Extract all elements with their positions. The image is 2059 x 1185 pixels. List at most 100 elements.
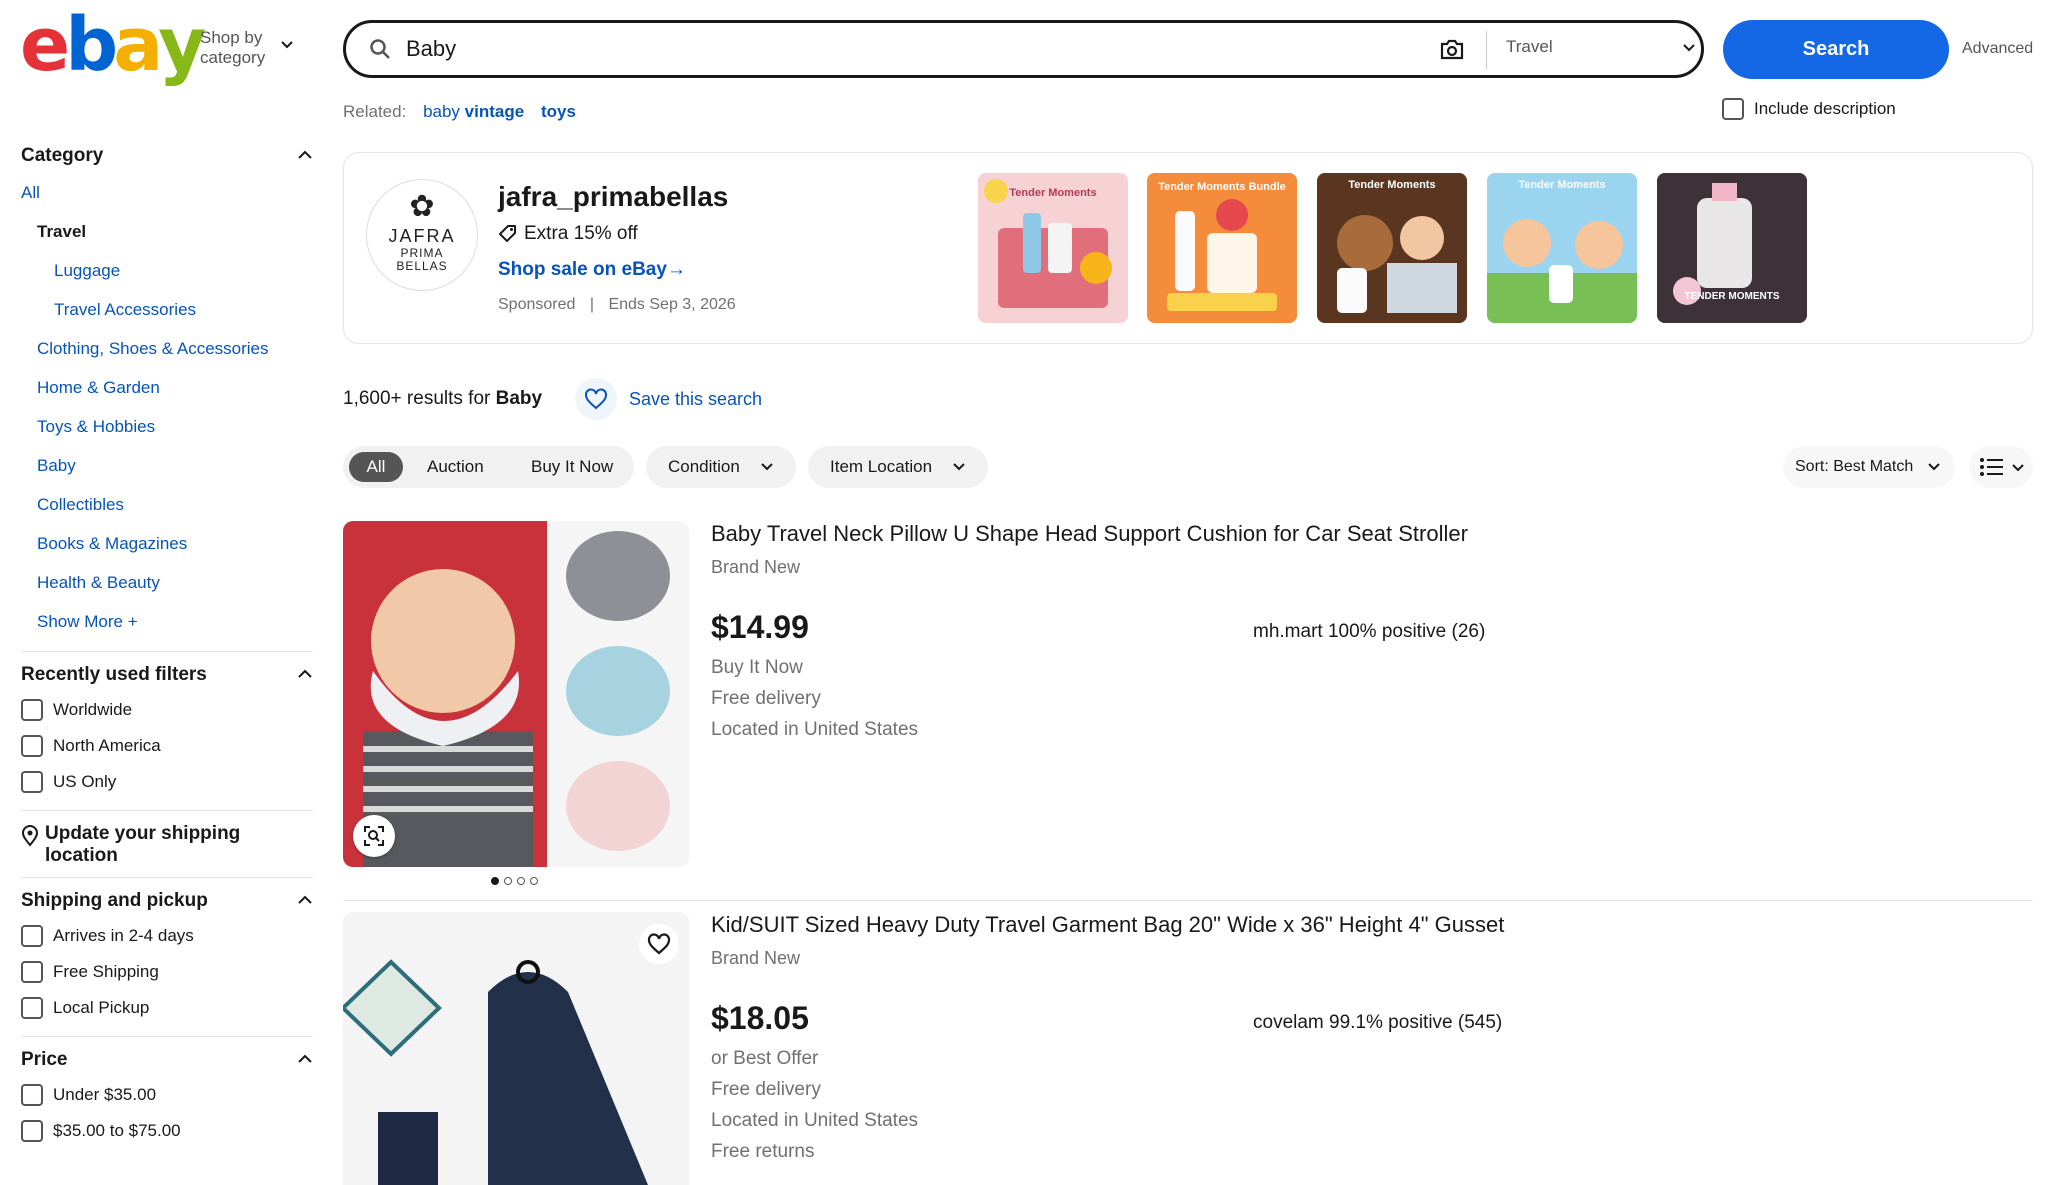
carousel-dot[interactable] [530,877,538,885]
listing-location: Located in United States [711,719,919,740]
search-bar: Travel [343,20,1704,78]
price-heading[interactable]: Price [21,1049,313,1077]
format-auction-chip[interactable]: Auction [427,446,484,488]
heart-icon [585,388,607,410]
chevron-down-icon [1928,463,1940,471]
filter-checkbox[interactable] [21,699,43,721]
shop-by-category-button[interactable]: Shop by category [200,28,300,69]
listing-title[interactable]: Baby Travel Neck Pillow U Shape Head Sup… [711,521,1468,547]
promo-thumbnail[interactable]: Tender Moments [1317,173,1467,323]
advanced-search-link[interactable]: Advanced [1962,40,2033,58]
filter-checkbox[interactable] [21,735,43,757]
listing-price: $18.05 [711,1000,809,1036]
category-books-magazines-link[interactable]: Books & Magazines [21,524,313,563]
search-input[interactable] [406,29,1406,69]
chevron-down-icon [281,41,293,49]
chevron-down-icon [2012,464,2024,472]
category-select[interactable]: Travel [1506,37,1696,57]
promo-thumbnail-text: Tender Moments [1518,179,1606,191]
filter-label: North America [53,736,161,755]
category-all-link[interactable]: All [21,173,313,212]
listing-location: Located in United States [711,1110,919,1131]
listing-image[interactable] [343,912,689,1185]
listing-seller: covelam 99.1% positive (545) [1253,1012,1503,1033]
listing-item: Kid/SUIT Sized Heavy Duty Travel Garment… [343,912,2033,1185]
store-logo[interactable]: ✿ JAFRA PRIMA BELLAS [366,179,478,291]
filter-label: $35.00 to $75.00 [53,1120,181,1140]
carousel-dot[interactable] [491,877,499,885]
camera-icon[interactable] [1438,36,1466,62]
results-count: 1,600+ results for Baby [343,388,542,410]
ebay-logo[interactable]: ebay [20,2,206,88]
listing-delivery: Free delivery [711,1079,821,1100]
sort-dropdown[interactable]: Sort: Best Match [1783,446,1955,488]
watch-button[interactable] [639,924,679,964]
list-view-icon [1980,458,2003,476]
filter-under-35[interactable]: Under $35.00 [21,1077,313,1113]
category-home-garden-link[interactable]: Home & Garden [21,368,313,407]
show-more-link[interactable]: Show More + [21,602,313,641]
promo-thumbnail[interactable]: TENDER MOMENTS [1657,173,1807,323]
ends-date: Ends Sep 3, 2026 [608,296,736,313]
category-luggage-link[interactable]: Luggage [21,251,313,290]
format-all-chip[interactable]: All [349,452,403,482]
listing-returns: Free returns [711,1141,815,1162]
category-heading[interactable]: Category [21,145,313,173]
related-link-toys[interactable]: toys [541,102,576,121]
show-more-label: Show More [37,612,123,631]
carousel-dot[interactable] [517,877,525,885]
related-link-bold: vintage [464,102,525,121]
filter-worldwide[interactable]: Worldwide [21,692,313,728]
visual-search-button[interactable] [353,815,395,857]
promo-thumbnail-text: Tender Moments [1009,187,1097,199]
filter-checkbox[interactable] [21,924,43,947]
filter-arrives-2-4-days[interactable]: Arrives in 2-4 days [21,918,313,954]
price-heading-label: Price [21,1048,68,1070]
category-toys-hobbies-link[interactable]: Toys & Hobbies [21,407,313,446]
category-baby-link[interactable]: Baby [21,446,313,485]
filter-checkbox[interactable] [21,960,43,983]
shipping-heading[interactable]: Shipping and pickup [21,890,313,918]
listing-image[interactable] [343,521,689,867]
listing-format: Buy It Now [711,657,803,678]
listing-seller: mh.mart 100% positive (26) [1253,621,1486,642]
shop-sale-link[interactable]: Shop sale on eBay→ [498,259,686,281]
promo-thumbnail[interactable]: Tender Moments Bundle [1147,173,1297,323]
update-shipping-location-button[interactable]: Update your shipping location [21,823,313,867]
logo-letter-e: e [20,2,70,88]
category-collectibles-link[interactable]: Collectibles [21,485,313,524]
filter-free-shipping[interactable]: Free Shipping [21,954,313,990]
filter-us-only[interactable]: US Only [21,764,313,800]
store-name[interactable]: jafra_primabellas [498,181,728,213]
filter-checkbox[interactable] [21,771,43,793]
filter-35-to-75[interactable]: $35.00 to $75.00 [21,1113,313,1149]
include-description-checkbox[interactable] [1722,98,1744,120]
filter-checkbox[interactable] [21,996,43,1019]
condition-label: Condition [668,457,740,476]
promo-thumbnail[interactable]: Tender Moments [978,173,1128,323]
related-link-bold: toys [540,102,576,121]
carousel-dot[interactable] [504,877,512,885]
item-location-filter-dropdown[interactable]: Item Location [808,446,988,488]
recent-filters-heading[interactable]: Recently used filters [21,664,313,692]
related-link-baby-vintage[interactable]: baby vintage [423,102,524,121]
category-clothing-link[interactable]: Clothing, Shoes & Accessories [21,329,313,368]
include-description-toggle[interactable]: Include description [1722,98,1896,120]
filter-north-america[interactable]: North America [21,728,313,764]
format-buy-it-now-chip[interactable]: Buy It Now [531,446,613,488]
chevron-up-icon [298,150,312,159]
chevron-down-icon [761,463,773,471]
filter-local-pickup[interactable]: Local Pickup [21,990,313,1026]
view-toggle-button[interactable] [1969,446,2033,488]
filter-label: Worldwide [53,700,133,719]
promo-thumbnail[interactable]: Tender Moments [1487,173,1637,323]
condition-filter-dropdown[interactable]: Condition [646,446,796,488]
save-search-button[interactable]: Save this search [575,378,762,420]
listing-title[interactable]: Kid/SUIT Sized Heavy Duty Travel Garment… [711,912,1504,938]
chevron-up-icon [298,895,312,904]
category-travel-accessories-link[interactable]: Travel Accessories [21,290,313,329]
category-health-beauty-link[interactable]: Health & Beauty [21,563,313,602]
filter-checkbox[interactable] [21,1083,43,1106]
search-button[interactable]: Search [1723,20,1949,79]
filter-checkbox[interactable] [21,1119,43,1142]
